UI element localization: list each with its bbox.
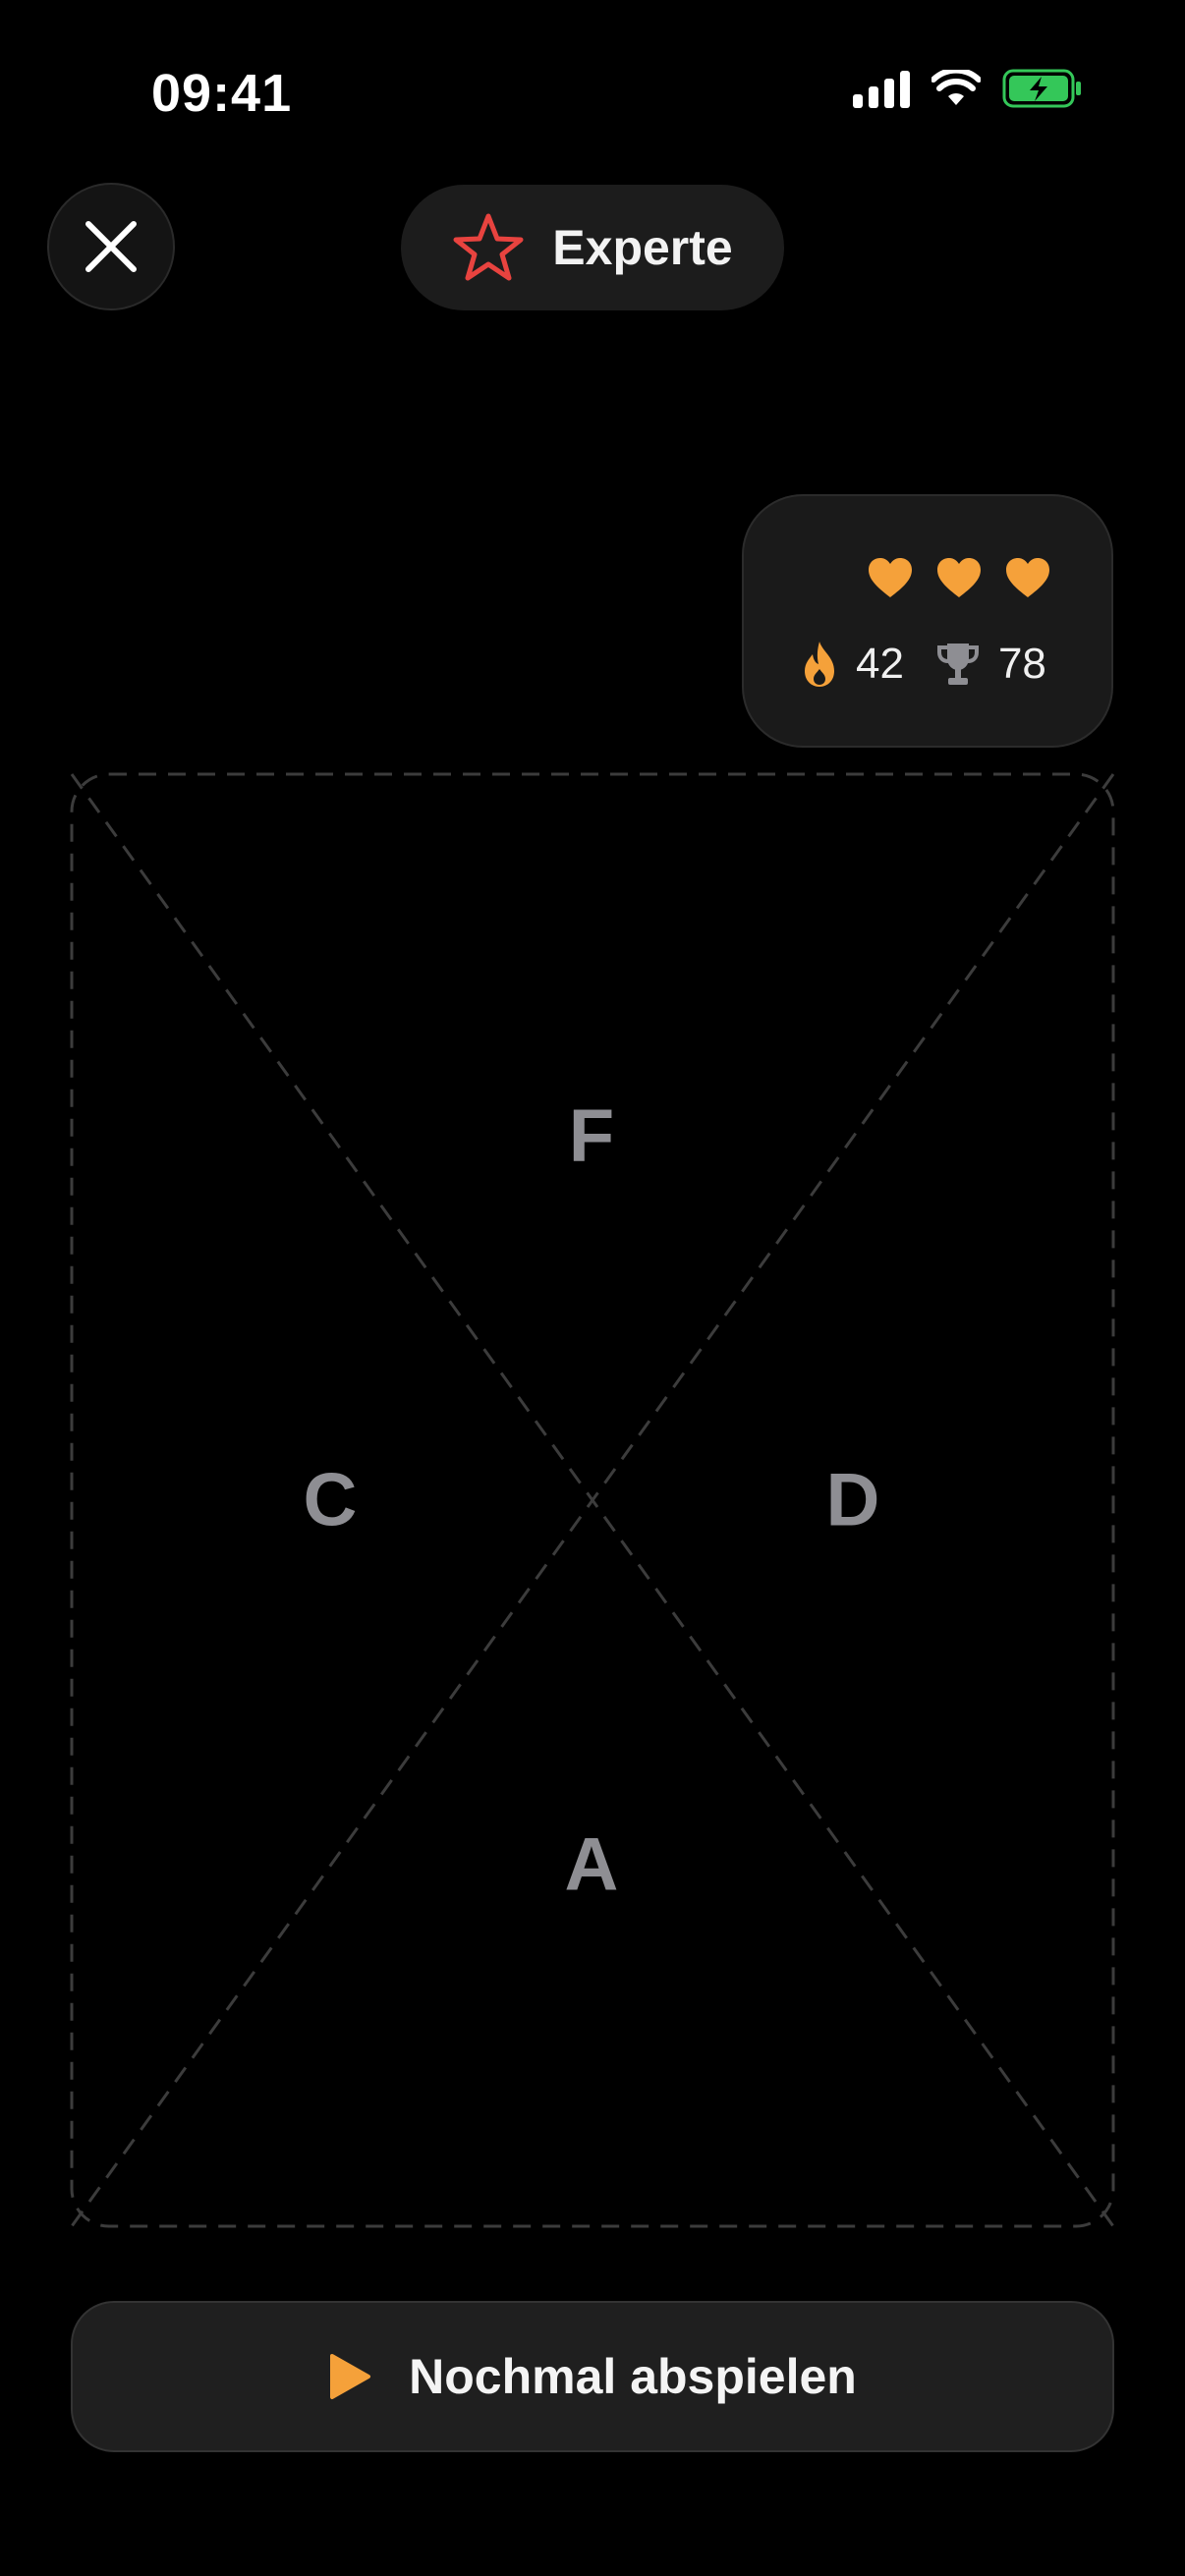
game-board	[70, 772, 1115, 2228]
zone-bottom-label[interactable]: A	[565, 1822, 619, 1908]
zone-right-label[interactable]: D	[826, 1458, 880, 1543]
replay-label: Nochmal abspielen	[409, 2349, 857, 2404]
zone-top-label[interactable]: F	[569, 1093, 614, 1179]
play-icon	[330, 2354, 371, 2399]
zone-left-label[interactable]: C	[304, 1458, 358, 1543]
replay-button[interactable]: Nochmal abspielen	[71, 2301, 1114, 2452]
